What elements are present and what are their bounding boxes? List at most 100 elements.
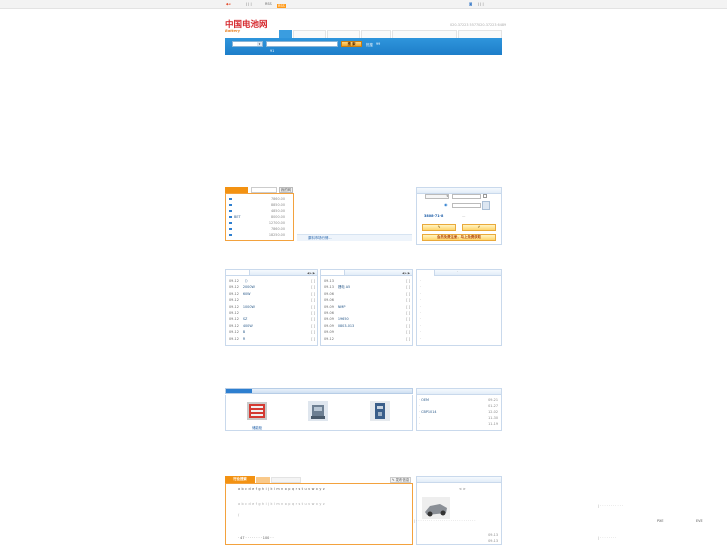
list-item[interactable]: 8850.00 <box>229 203 285 208</box>
list-item[interactable]: 09-06 [ ] <box>324 311 410 316</box>
manage-button[interactable]: ✐ <box>462 224 496 231</box>
news-title: B <box>242 330 246 335</box>
nav-tab-home[interactable] <box>279 30 292 38</box>
news-right-tab-1[interactable] <box>417 270 435 276</box>
product-label-1[interactable]: 储能柜 <box>252 425 262 430</box>
list-item[interactable]: · OEM 09-21 <box>419 398 498 403</box>
list-item[interactable]: · <box>420 330 421 335</box>
news-left-tab[interactable] <box>226 270 250 275</box>
list-item[interactable]: · <box>420 311 421 316</box>
news-left-pager[interactable]: ◀ ▸ ▶ <box>307 271 315 275</box>
password-field[interactable] <box>452 203 481 208</box>
list-item[interactable]: 18250.00 <box>229 233 285 238</box>
list-item[interactable]: 09-12 2000W [ ] <box>229 285 315 290</box>
news-mid-pager[interactable]: ◀ ▸ ▶ <box>402 271 410 275</box>
search-note: 91 <box>270 49 275 53</box>
search-button[interactable]: 搜 索 <box>341 41 362 47</box>
login-type-select[interactable]: ▾ <box>425 194 449 199</box>
news-title: 0803-013 <box>337 323 355 328</box>
free-register-banner[interactable]: 会员免费注册，马上免费获取 <box>422 234 496 241</box>
user-icon[interactable]: ◙ <box>469 0 472 9</box>
list-item[interactable]: · <box>420 317 421 322</box>
list-item[interactable]: · 01-27 <box>419 404 498 409</box>
nav-tab-2[interactable] <box>293 30 326 38</box>
hot-search-label: 热搜 <box>366 43 373 47</box>
list-item[interactable]: 09-12 [ ] <box>229 298 315 303</box>
car-battery-image[interactable] <box>422 497 450 519</box>
login-button[interactable] <box>482 201 490 210</box>
rss-icon[interactable]: RSS <box>277 2 286 11</box>
list-item[interactable]: 09-12 [ ] <box>324 337 410 342</box>
industry-search-tab[interactable]: 行业搜索 <box>225 476 255 483</box>
list-item[interactable]: · <box>420 285 421 290</box>
news-bracket: [ ] <box>406 323 410 328</box>
list-item[interactable]: · <box>420 337 421 342</box>
list-item[interactable]: 09-12 （） [ ] <box>229 279 315 284</box>
news-date: 09-12 <box>229 323 239 328</box>
list-item[interactable]: 4850.00 <box>229 209 285 214</box>
hot-search-link[interactable]: 99 <box>376 42 380 46</box>
list-item[interactable]: 09-09 [ ] <box>324 330 410 335</box>
list-item[interactable]: 09-09 NMP [ ] <box>324 305 410 310</box>
list-item[interactable]: 09-12 [ ] <box>229 311 315 316</box>
phone-2: 020-37223 6489 <box>478 23 507 27</box>
list-item[interactable]: 09-13 锂电 A5 [ ] <box>324 285 410 290</box>
list-item[interactable]: · 11-30 <box>419 416 498 421</box>
industry-marker: / <box>238 513 240 517</box>
bullet-icon: · <box>419 422 421 426</box>
list-item[interactable]: 09-12 60W [ ] <box>229 292 315 297</box>
list-item[interactable]: 09-06 [ ] <box>324 298 410 303</box>
news-title: 60W <box>242 291 251 296</box>
list-item[interactable]: 7860.00 <box>229 227 285 232</box>
publish-button[interactable]: ✎ <box>422 224 456 231</box>
market-caption[interactable]: 原料市场行情... <box>308 235 332 240</box>
list-item[interactable]: 09-12 B [ ] <box>229 330 315 335</box>
product-image-1[interactable] <box>246 400 268 422</box>
list-item[interactable]: 09-12 400W [ ] <box>229 324 315 329</box>
search-input[interactable] <box>266 41 338 47</box>
list-item[interactable]: · 11-19 <box>419 422 498 427</box>
search-category-select[interactable]: ▾ <box>232 41 263 47</box>
list-item[interactable]: 09-13 [ ] <box>324 279 410 284</box>
list-item[interactable]: 09-12 SZ [ ] <box>229 317 315 322</box>
remember-checkbox[interactable] <box>483 194 487 198</box>
logo-main-text: 中国电池网 <box>225 20 268 30</box>
note-icon: ✎ <box>391 478 395 482</box>
list-item[interactable]: BET 8000.00 <box>229 215 285 220</box>
top-rss-label[interactable]: RSS <box>265 0 272 9</box>
alphabet-index[interactable]: a b c d e f g h i j k l m n o p q r s t … <box>238 487 325 491</box>
list-item[interactable]: 09-06 [ ] <box>324 292 410 297</box>
news-bracket: [ ] <box>311 323 315 328</box>
list-item[interactable]: 09-12 1000W [ ] <box>229 305 315 310</box>
nav-tab-5[interactable] <box>392 30 457 38</box>
carousel-arrows[interactable]: < > <box>459 487 466 491</box>
nav-tab-4[interactable] <box>361 30 391 38</box>
product-image-3[interactable] <box>369 400 391 422</box>
list-item[interactable]: 09-09 19650 [ ] <box>324 317 410 322</box>
top-links[interactable]: | | | <box>246 0 252 9</box>
nav-tab-3[interactable] <box>327 30 360 38</box>
product-image-2[interactable] <box>307 400 329 422</box>
item-date: 01-27 <box>488 404 498 408</box>
alphabet-index-2[interactable]: a b c d e f g h i j k l m n o p q r s t … <box>238 502 325 506</box>
list-item[interactable]: · <box>420 298 421 303</box>
overflow-row-3: | · · · · · · · · <box>598 536 617 540</box>
news-panel-right: · <box>416 269 502 346</box>
news-mid-tab[interactable] <box>321 270 345 275</box>
username-field[interactable] <box>452 194 481 199</box>
list-item[interactable]: · CBP1014 12-02 <box>419 410 498 415</box>
news-right-tab-2[interactable]: · <box>457 270 458 274</box>
list-item[interactable]: · <box>420 279 421 284</box>
list-item[interactable]: 12700.00 <box>229 221 285 226</box>
products-tab[interactable] <box>226 389 252 393</box>
top-right-links[interactable]: | | | <box>478 0 484 9</box>
list-item[interactable]: 09-12 R [ ] <box>229 337 315 342</box>
nav-tab-6[interactable] <box>458 30 502 38</box>
home-icon[interactable]: ◆◂ <box>226 0 230 9</box>
list-item[interactable]: · <box>420 292 421 297</box>
list-item[interactable]: · <box>420 324 421 329</box>
list-item[interactable]: 7860.00 <box>229 197 285 202</box>
list-item[interactable]: 09-09 0803-013 [ ] <box>324 324 410 329</box>
list-item[interactable]: · <box>420 305 421 310</box>
news-left-header: ◀ ▸ ▶ <box>226 270 317 276</box>
